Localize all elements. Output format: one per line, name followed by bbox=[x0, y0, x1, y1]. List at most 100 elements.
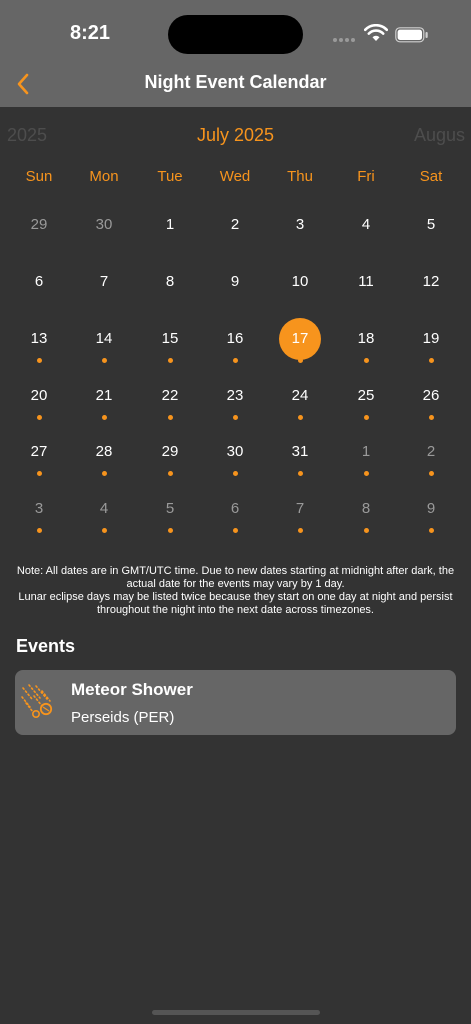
calendar-day[interactable]: 17 bbox=[268, 314, 332, 370]
battery-icon bbox=[395, 27, 428, 43]
calendar-day[interactable]: 4 bbox=[72, 484, 136, 540]
calendar-day[interactable]: 21 bbox=[72, 371, 136, 427]
calendar-day-number: 4 bbox=[99, 500, 109, 517]
calendar-day[interactable]: 30 bbox=[72, 200, 136, 256]
meteor-icon bbox=[21, 684, 53, 718]
weekday-sat: Sat bbox=[419, 168, 443, 185]
event-indicator-dot bbox=[37, 415, 42, 420]
calendar-day[interactable]: 12 bbox=[399, 257, 463, 313]
event-indicator-dot bbox=[298, 358, 303, 363]
event-card-meteor-shower[interactable]: Meteor Shower Perseids (PER) bbox=[15, 670, 456, 735]
navigation-bar: 8:21 Night Event Calendar bbox=[0, 0, 471, 107]
event-indicator-dot bbox=[429, 471, 434, 476]
calendar-day[interactable]: 2 bbox=[203, 200, 267, 256]
event-title: Meteor Shower bbox=[71, 680, 193, 699]
calendar-day-number: 5 bbox=[426, 216, 436, 233]
calendar-day[interactable]: 3 bbox=[268, 200, 332, 256]
calendar-day[interactable]: 30 bbox=[203, 427, 267, 483]
calendar-day[interactable]: 29 bbox=[7, 200, 71, 256]
calendar-day[interactable]: 6 bbox=[7, 257, 71, 313]
calendar-day[interactable]: 6 bbox=[203, 484, 267, 540]
calendar-day-number: 6 bbox=[34, 273, 44, 290]
weekday-mon: Mon bbox=[89, 168, 119, 185]
current-month-label: July 2025 bbox=[196, 125, 275, 145]
wifi-icon bbox=[364, 24, 388, 41]
calendar-day[interactable]: 7 bbox=[72, 257, 136, 313]
event-indicator-dot bbox=[429, 415, 434, 420]
calendar-day[interactable]: 8 bbox=[334, 484, 398, 540]
event-indicator-dot bbox=[429, 528, 434, 533]
calendar-day[interactable]: 13 bbox=[7, 314, 71, 370]
calendar-day-number: 5 bbox=[165, 500, 175, 517]
calendar-day[interactable]: 27 bbox=[7, 427, 71, 483]
note-line-2: Lunar eclipse days may be listed twice b… bbox=[18, 591, 453, 616]
calendar-day-number: 4 bbox=[361, 216, 371, 233]
calendar-day[interactable]: 25 bbox=[334, 371, 398, 427]
calendar-day[interactable]: 19 bbox=[399, 314, 463, 370]
events-heading: Events bbox=[16, 636, 76, 656]
calendar-day-number: 15 bbox=[161, 330, 179, 347]
event-indicator-dot bbox=[233, 528, 238, 533]
calendar-day-number: 9 bbox=[230, 273, 240, 290]
event-indicator-dot bbox=[233, 415, 238, 420]
weekday-fri: Fri bbox=[357, 168, 375, 185]
calendar-day-number: 11 bbox=[358, 273, 374, 290]
event-indicator-dot bbox=[364, 415, 369, 420]
home-indicator bbox=[152, 1010, 320, 1015]
weekday-tue: Tue bbox=[157, 168, 183, 185]
calendar-day[interactable]: 14 bbox=[72, 314, 136, 370]
calendar-day[interactable]: 22 bbox=[138, 371, 202, 427]
calendar-day[interactable]: 16 bbox=[203, 314, 267, 370]
calendar-day[interactable]: 11 bbox=[334, 257, 398, 313]
calendar-day-number: 18 bbox=[357, 330, 375, 347]
calendar-day-number: 7 bbox=[295, 500, 305, 517]
calendar-day-number: 6 bbox=[230, 500, 240, 517]
calendar-day-number: 1 bbox=[165, 216, 175, 233]
calendar-day[interactable]: 18 bbox=[334, 314, 398, 370]
calendar-day[interactable]: 29 bbox=[138, 427, 202, 483]
event-indicator-dot bbox=[233, 358, 238, 363]
calendar-day[interactable]: 4 bbox=[334, 200, 398, 256]
calendar-day[interactable]: 8 bbox=[138, 257, 202, 313]
calendar-day-number: 31 bbox=[291, 443, 309, 460]
calendar-day-number: 20 bbox=[30, 387, 48, 404]
calendar-day-number: 3 bbox=[295, 216, 305, 233]
calendar-day[interactable]: 3 bbox=[7, 484, 71, 540]
calendar-day-number: 26 bbox=[422, 387, 440, 404]
calendar-day[interactable]: 1 bbox=[334, 427, 398, 483]
calendar-day[interactable]: 31 bbox=[268, 427, 332, 483]
calendar-day-number: 13 bbox=[30, 330, 48, 347]
calendar-day[interactable]: 2 bbox=[399, 427, 463, 483]
calendar-day-number: 22 bbox=[161, 387, 179, 404]
calendar-day-number: 25 bbox=[357, 387, 375, 404]
event-indicator-dot bbox=[37, 358, 42, 363]
weekday-sun: Sun bbox=[25, 168, 53, 185]
event-indicator-dot bbox=[168, 528, 173, 533]
calendar-day[interactable]: 7 bbox=[268, 484, 332, 540]
calendar-grid: 29 30 1 2 3 4 5 6 7 8 9 10 11 12 13 14 15 16 17 18 19 20 21 22 2… bbox=[6, 200, 464, 540]
calendar-day-number: 30 bbox=[226, 443, 244, 460]
calendar-day-number: 29 bbox=[30, 216, 48, 233]
next-month-label[interactable]: Augus bbox=[414, 125, 465, 146]
calendar-day[interactable]: 23 bbox=[203, 371, 267, 427]
calendar-day[interactable]: 28 bbox=[72, 427, 136, 483]
event-indicator-dot bbox=[168, 358, 173, 363]
calendar-day[interactable]: 20 bbox=[7, 371, 71, 427]
calendar-day[interactable]: 10 bbox=[268, 257, 332, 313]
calendar-day[interactable]: 15 bbox=[138, 314, 202, 370]
calendar-day[interactable]: 5 bbox=[399, 200, 463, 256]
calendar-day[interactable]: 26 bbox=[399, 371, 463, 427]
calendar-day[interactable]: 9 bbox=[399, 484, 463, 540]
calendar-day[interactable]: 5 bbox=[138, 484, 202, 540]
calendar-day-number: 27 bbox=[30, 443, 48, 460]
calendar-day[interactable]: 24 bbox=[268, 371, 332, 427]
weekday-wed: Wed bbox=[219, 168, 251, 185]
timezone-note: Note: All dates are in GMT/UTC time. Due… bbox=[14, 565, 457, 617]
calendar-day-number: 2 bbox=[230, 216, 240, 233]
calendar-day[interactable]: 9 bbox=[203, 257, 267, 313]
event-indicator-dot bbox=[168, 471, 173, 476]
event-indicator-dot bbox=[233, 471, 238, 476]
event-indicator-dot bbox=[102, 358, 107, 363]
calendar-day-number: 10 bbox=[291, 273, 309, 290]
calendar-day[interactable]: 1 bbox=[138, 200, 202, 256]
